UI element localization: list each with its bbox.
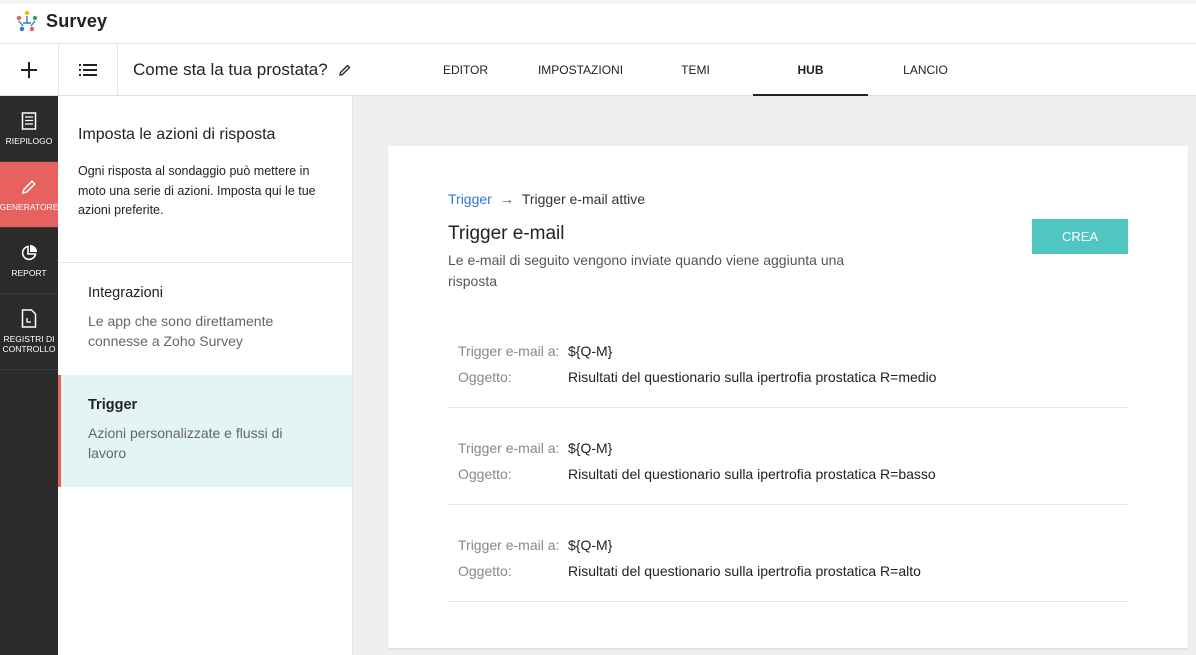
brand-name: Survey: [46, 11, 108, 31]
panel-item-description: Azioni personalizzate e flussi di lavoro: [88, 425, 283, 461]
edit-pencil-icon[interactable]: [338, 63, 352, 77]
trigger-subject-value: Risultati del questionario sulla ipertro…: [568, 466, 936, 482]
rail-label: REPORT: [11, 267, 47, 278]
trigger-to-value: ${Q-M}: [568, 343, 613, 359]
trigger-row[interactable]: Trigger e-mail a: ${Q-M} Oggetto: Risultat…: [448, 505, 1128, 602]
page-subtitle: Le e-mail di seguito vengono inviate qua…: [448, 252, 845, 289]
rail-label: RIEPILOGO: [5, 135, 53, 146]
rail-item-generatore[interactable]: GENERATORE: [0, 162, 58, 228]
survey-logo-icon: [16, 10, 38, 31]
trigger-subject-value: Risultati del questionario sulla ipertro…: [568, 369, 937, 385]
trigger-subject-label: Oggetto:: [458, 563, 512, 579]
content-area: Trigger → Trigger e-mail attive Trigger …: [353, 96, 1196, 655]
tab-impostazioni[interactable]: IMPOSTAZIONI: [523, 44, 638, 96]
rail-label: REGISTRI DI CONTROLLO: [2, 334, 56, 354]
survey-header: Come sta la tua prostata? EDITOR IMPOSTA…: [0, 44, 1196, 96]
email-trigger-card: Trigger → Trigger e-mail attive Trigger …: [388, 146, 1188, 648]
breadcrumb-trigger-link[interactable]: Trigger: [448, 191, 492, 207]
trigger-subject-label: Oggetto:: [458, 466, 512, 482]
trigger-row[interactable]: Trigger e-mail a: ${Q-M} Oggetto: Risultat…: [448, 408, 1128, 505]
create-button[interactable]: CREA: [1032, 219, 1128, 254]
breadcrumb-current: Trigger e-mail attive: [521, 191, 646, 207]
arrow-right-icon: →: [499, 191, 514, 207]
panel-item-title: Trigger: [88, 397, 138, 413]
list-icon: [79, 63, 97, 76]
rail-item-registri[interactable]: REGISTRI DI CONTROLLO: [0, 294, 58, 370]
new-survey-button[interactable]: [0, 44, 59, 95]
tab-temi[interactable]: TEMI: [638, 44, 753, 96]
trigger-subject-label: Oggetto:: [458, 369, 512, 385]
hub-side-panel: Imposta le azioni di risposta Ogni rispo…: [58, 96, 353, 655]
trigger-to-label: Trigger e-mail a:: [458, 343, 560, 359]
log-file-icon: [21, 309, 37, 328]
panel-title: Imposta le azioni di risposta: [78, 126, 276, 143]
pie-chart-icon: [21, 244, 37, 260]
main-tabs: EDITOR IMPOSTAZIONI TEMI HUB LANCIO: [408, 44, 983, 96]
panel-item-title: Integrazioni: [88, 285, 163, 301]
rail-item-riepilogo[interactable]: RIEPILOGO: [0, 96, 58, 162]
trigger-to-label: Trigger e-mail a:: [458, 537, 560, 553]
tab-editor[interactable]: EDITOR: [408, 44, 523, 96]
survey-title[interactable]: Come sta la tua prostata?: [133, 60, 352, 80]
breadcrumb: Trigger → Trigger e-mail attive: [448, 191, 645, 207]
panel-item-description: Le app che sono direttamente connesse a …: [88, 313, 274, 349]
trigger-row[interactable]: Trigger e-mail a: ${Q-M} Oggetto: Risultat…: [448, 311, 1128, 408]
survey-list-button[interactable]: [59, 44, 118, 95]
page-title: Trigger e-mail: [448, 223, 565, 244]
left-rail: RIEPILOGO GENERATORE REPORT REGISTRI DI …: [0, 96, 58, 655]
brand-bar: Survey: [0, 0, 1196, 44]
trigger-list: Trigger e-mail a: ${Q-M} Oggetto: Risultat…: [448, 311, 1128, 602]
panel-item-trigger[interactable]: Trigger Azioni personalizzate e flussi d…: [58, 375, 352, 487]
tab-hub[interactable]: HUB: [753, 44, 868, 96]
response-actions-intro: Imposta le azioni di risposta Ogni rispo…: [58, 96, 352, 263]
rail-item-report[interactable]: REPORT: [0, 228, 58, 294]
plus-icon: [21, 61, 37, 78]
trigger-subject-value: Risultati del questionario sulla ipertro…: [568, 563, 921, 579]
panel-item-integrazioni[interactable]: Integrazioni Le app che sono direttament…: [58, 263, 352, 375]
survey-title-text: Come sta la tua prostata?: [133, 60, 328, 79]
trigger-to-label: Trigger e-mail a:: [458, 440, 560, 456]
tab-lancio[interactable]: LANCIO: [868, 44, 983, 96]
trigger-to-value: ${Q-M}: [568, 440, 613, 456]
document-icon: [21, 111, 37, 130]
pencil-icon: [22, 179, 36, 194]
rail-label: GENERATORE: [0, 201, 59, 212]
panel-description: Ogni risposta al sondaggio può mettere i…: [78, 164, 316, 217]
trigger-to-value: ${Q-M}: [568, 537, 613, 553]
